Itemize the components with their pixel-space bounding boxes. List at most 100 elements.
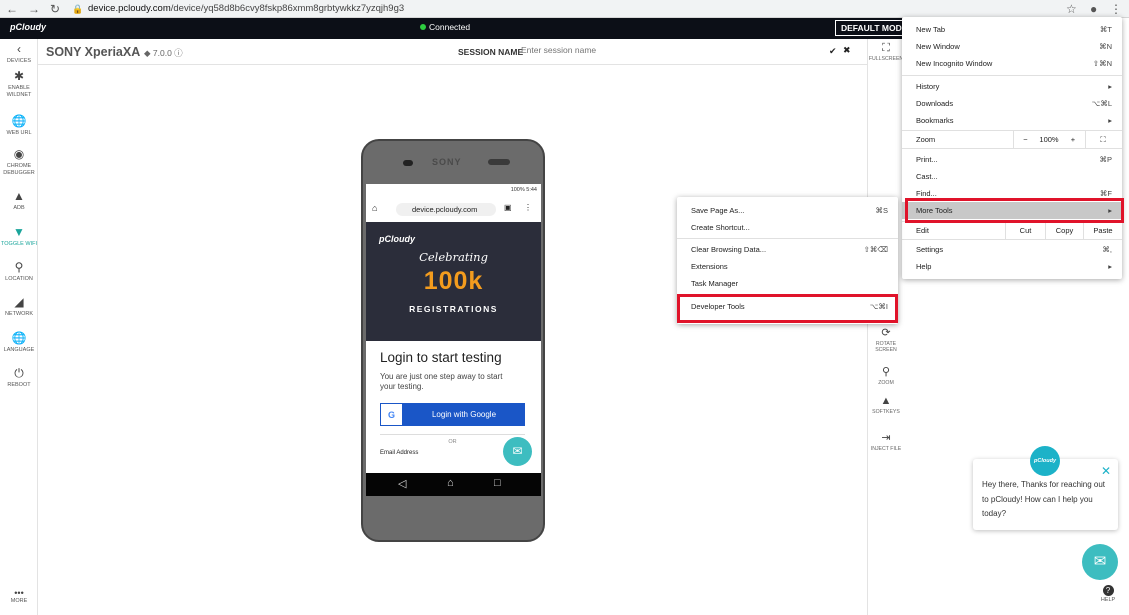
zoom-button[interactable]: ⚲ ZOOM (867, 366, 905, 386)
sidebar-item-network[interactable]: ◢ NETWORK (0, 295, 38, 318)
sidebar-item-location[interactable]: ⚲ LOCATION (0, 260, 38, 283)
sidebar-item-label: WEB URL (6, 130, 32, 136)
profile-icon[interactable]: ● (1090, 1, 1097, 17)
chevron-left-icon: ‹ (17, 42, 21, 56)
promo-banner: pCloudy Celebrating 100k REGISTRATIONS (366, 222, 541, 341)
signal-icon: ◢ (14, 295, 24, 309)
session-name-input[interactable] (521, 45, 721, 55)
zoom-in-button[interactable]: + (1061, 131, 1085, 148)
highlight-more-tools (905, 198, 1124, 223)
tabs-icon[interactable]: ▣ (504, 203, 512, 212)
mobile-address-bar[interactable]: ⌂ device.pcloudy.com ▣ ⋮ (372, 201, 535, 218)
menu-extensions[interactable]: Extensions (677, 258, 898, 275)
forward-icon[interactable]: → (28, 1, 40, 17)
paste-button[interactable]: Paste (1083, 222, 1122, 239)
menu-new-tab[interactable]: New Tab ⌘T (902, 21, 1122, 38)
login-subtitle: You are just one step away to start your… (380, 372, 503, 391)
device-header: SONY XperiaXA ◆ 7.0.0 ⓘ SESSION NAME ✔ ✖ (38, 39, 867, 65)
confirm-icon[interactable]: ✔ (829, 46, 837, 57)
fullscreen-button[interactable]: ⛶ FULLSCREEN (867, 42, 905, 62)
banner-celebrating: Celebrating (419, 250, 488, 264)
reload-icon[interactable]: ↻ (50, 1, 60, 17)
inject-file-button[interactable]: ⇥ INJECT FILE (867, 432, 905, 452)
menu-help[interactable]: Help ▸ (902, 258, 1122, 275)
sidebar-item-chrome-debugger[interactable]: ◉ CHROME DEBUGGER (0, 147, 38, 176)
google-icon: G (380, 403, 403, 426)
email-label: Email Address (380, 450, 419, 456)
sidebar-item-reboot[interactable]: ⏻ REBOOT (0, 366, 38, 389)
sidebar-item-devices[interactable]: ‹ DEVICES (0, 42, 38, 65)
menu-incognito[interactable]: New Incognito Window ⇧⌘N (902, 55, 1122, 72)
login-title: Login to start testing (380, 350, 502, 365)
antenna-icon: ✱ (13, 69, 25, 83)
copy-button[interactable]: Copy (1045, 222, 1083, 239)
default-mode-button[interactable]: DEFAULT MODE (835, 20, 907, 36)
inject-file-icon: ⇥ (881, 432, 891, 444)
sidebar-item-language[interactable]: 🌐 LANGUAGE (0, 331, 38, 354)
menu-history[interactable]: History ▸ (902, 78, 1122, 95)
sidebar-item-adb[interactable]: ▲ ADB (0, 189, 38, 212)
banner-count: 100k (423, 267, 484, 295)
kebab-icon[interactable]: ⋮ (524, 203, 532, 212)
phone-earpiece (403, 160, 413, 166)
menu-create-shortcut[interactable]: Create Shortcut... (677, 219, 898, 236)
globe-icon: 🌐 (11, 331, 27, 345)
help-button[interactable]: ? HELP (1096, 585, 1120, 603)
fullscreen-icon[interactable]: ⛶ (1085, 131, 1120, 148)
address-bar[interactable]: device.pcloudy.com/device/yq58d8b6cvy8fs… (88, 2, 404, 15)
home-icon[interactable]: ⌂ (372, 203, 377, 213)
chat-close-icon[interactable]: ✕ (1101, 464, 1111, 478)
sidebar-item-wildnet[interactable]: ✱ ENABLE WILDNET (0, 69, 38, 98)
sidebar-item-toggle-wifi[interactable]: ▼ TOGGLE WIFI (0, 225, 38, 248)
sidebar-item-label: LOCATION (5, 276, 33, 282)
softkeys-button[interactable]: ▲ SOFTKEYS (867, 395, 905, 415)
chat-avatar: pCloudy (1030, 446, 1060, 476)
google-login-button[interactable]: G Login with Google (380, 403, 525, 426)
url-path: /device/yq58d8b6cvy8fskp86xmm8grbtywkkz7… (170, 3, 405, 14)
chrome-icon: ◉ (13, 147, 25, 161)
sidebar-item-label: CHROME DEBUGGER (3, 163, 35, 176)
menu-task-manager[interactable]: Task Manager (677, 275, 898, 292)
menu-downloads[interactable]: Downloads ⌥⌘L (902, 95, 1122, 112)
nav-recents-icon[interactable]: □ (494, 477, 501, 489)
or-text: OR (444, 439, 461, 445)
phone-statusbar: 100% 5:44 (366, 184, 541, 196)
sidebar-item-web-url[interactable]: 🌐 WEB URL (0, 114, 38, 137)
edit-controls: Cut Copy Paste (1005, 222, 1122, 239)
star-icon[interactable]: ☆ (1066, 1, 1077, 17)
tool-label: FULLSCREEN (868, 56, 904, 62)
menu-new-window[interactable]: New Window ⌘N (902, 38, 1122, 55)
phone-screen[interactable]: 100% 5:44 ⌂ device.pcloudy.com ▣ ⋮ pClou… (366, 184, 541, 473)
banner-registrations: REGISTRATIONS (409, 304, 498, 314)
device-version: ◆ 7.0.0 ⓘ (144, 48, 183, 58)
help-label: HELP (1100, 597, 1116, 603)
menu-clear-data[interactable]: Clear Browsing Data... ⇧⌘⌫ (677, 241, 898, 258)
nav-back-icon[interactable]: ◁ (398, 477, 406, 490)
chrome-menu-icon[interactable]: ⋮ (1110, 1, 1122, 17)
tool-label: SOFTKEYS (872, 409, 900, 415)
menu-save-page[interactable]: Save Page As... ⌘S (677, 202, 898, 219)
nav-home-icon[interactable]: ⌂ (447, 477, 454, 489)
menu-print[interactable]: Print... ⌘P (902, 151, 1122, 168)
zoom-out-button[interactable]: − (1013, 131, 1037, 148)
sidebar-more[interactable]: ••• MORE (0, 589, 38, 605)
google-login-label: Login with Google (431, 410, 497, 419)
chat-message: Hey there, Thanks for reaching out to pC… (982, 480, 1106, 518)
menu-bookmarks[interactable]: Bookmarks ▸ (902, 112, 1122, 129)
zoom-controls: − 100% + ⛶ (1013, 131, 1120, 148)
sidebar-item-label: NETWORK (4, 311, 34, 317)
menu-settings[interactable]: Settings ⌘, (902, 241, 1122, 258)
sidebar-item-label: DEVICES (6, 58, 32, 64)
chat-bubble-icon[interactable]: ✉ (503, 437, 532, 466)
wifi-icon: ▼ (13, 225, 25, 239)
cut-button[interactable]: Cut (1005, 222, 1045, 239)
mobile-url[interactable]: device.pcloudy.com (396, 203, 496, 216)
back-icon[interactable]: ← (6, 1, 18, 17)
close-icon[interactable]: ✖ (843, 45, 851, 56)
pcloudy-logo[interactable]: pCloudy (10, 22, 46, 32)
globe-icon: 🌐 (11, 114, 27, 128)
rotate-screen-button[interactable]: ⟳ ROTATE SCREEN (867, 327, 905, 353)
chat-launcher-icon[interactable]: ✉ (1082, 544, 1118, 580)
sidebar-item-label: TOGGLE WIFI (1, 241, 37, 247)
menu-cast[interactable]: Cast... (902, 168, 1122, 185)
